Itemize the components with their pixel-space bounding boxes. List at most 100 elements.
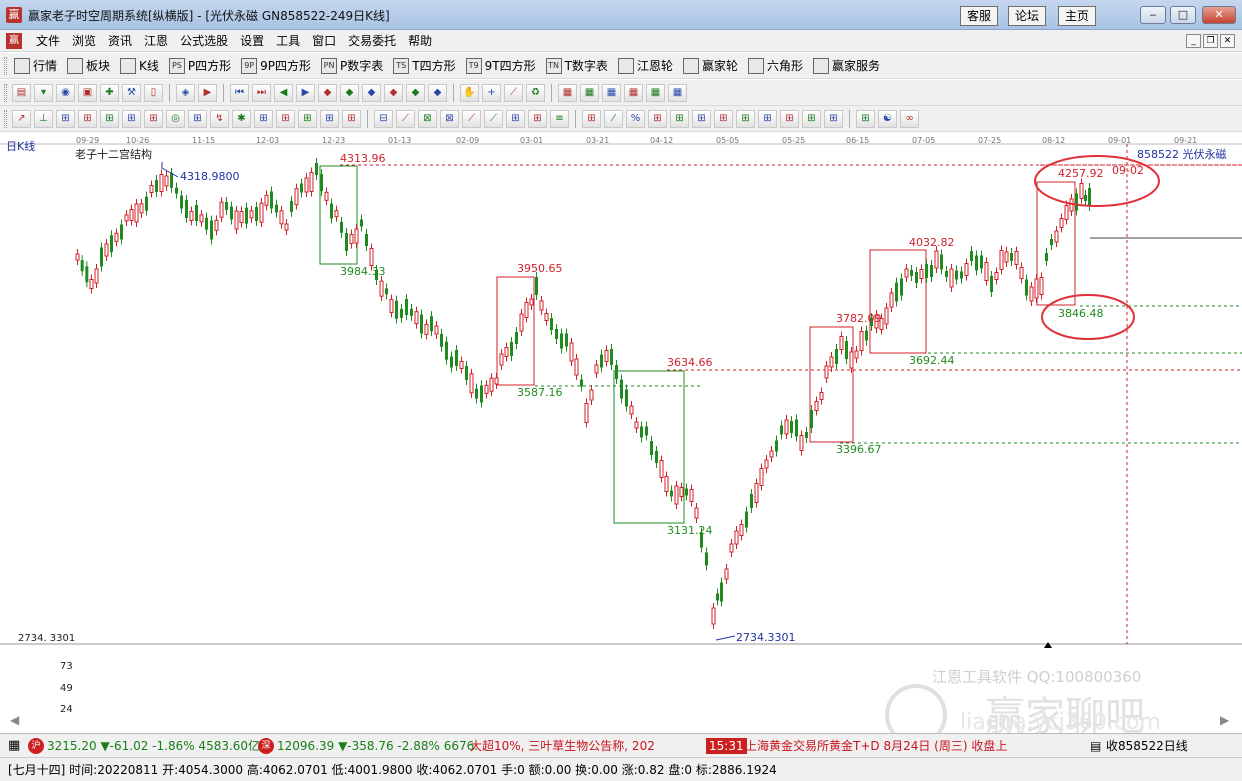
tool-icon[interactable]: ⊞ bbox=[122, 110, 141, 128]
tool-icon[interactable]: ↗ bbox=[12, 110, 31, 128]
tool-icon[interactable]: ✱ bbox=[232, 110, 251, 128]
kline-chart[interactable] bbox=[0, 132, 1242, 732]
tool-icon[interactable]: ◆ bbox=[318, 84, 337, 102]
scroll-left-arrow-icon[interactable]: ◀ bbox=[10, 714, 19, 727]
toolbar-button[interactable]: PS P四方形 bbox=[167, 57, 233, 75]
home-link[interactable]: 主页 bbox=[1058, 6, 1097, 26]
tool-icon[interactable]: ⊥ bbox=[34, 110, 53, 128]
tool-icon[interactable]: ⊞ bbox=[736, 110, 755, 128]
tool-icon[interactable]: ✋ bbox=[460, 84, 479, 102]
tool-icon[interactable]: ⟋ bbox=[462, 110, 481, 128]
tool-icon[interactable]: ▤ bbox=[12, 84, 31, 102]
tool-icon[interactable]: ⊞ bbox=[276, 110, 295, 128]
menu-item[interactable]: 江恩 bbox=[138, 33, 174, 49]
news-ticker-1[interactable]: 大超10%, 三叶草生物公告称, 202 bbox=[470, 738, 655, 754]
tool-icon[interactable]: ⊞ bbox=[298, 110, 317, 128]
service-link[interactable]: 客服 bbox=[960, 6, 999, 26]
menu-item[interactable]: 交易委托 bbox=[342, 33, 402, 49]
menu-item[interactable]: 资讯 bbox=[102, 33, 138, 49]
tool-icon[interactable]: ≡ bbox=[550, 110, 569, 128]
tool-icon[interactable]: % bbox=[626, 110, 645, 128]
tool-icon[interactable]: ⟋ bbox=[396, 110, 415, 128]
tool-icon[interactable]: ⊞ bbox=[758, 110, 777, 128]
tool-icon[interactable]: ⊞ bbox=[342, 110, 361, 128]
tool-icon[interactable]: ◆ bbox=[340, 84, 359, 102]
tool-icon[interactable]: ∞ bbox=[900, 110, 919, 128]
status-right-icon[interactable]: ▤ bbox=[1090, 738, 1101, 754]
tool-icon[interactable]: ▦ bbox=[558, 84, 577, 102]
tool-icon[interactable]: + bbox=[482, 84, 501, 102]
toolbar-button[interactable]: 六角形 bbox=[746, 57, 805, 75]
mdi-restore-button[interactable]: ❐ bbox=[1203, 34, 1218, 48]
toolbar-button[interactable]: 赢家服务 bbox=[811, 57, 882, 75]
calculator-icon[interactable]: ▦ bbox=[8, 738, 20, 754]
maximize-button[interactable]: □ bbox=[1170, 6, 1196, 24]
tool-icon[interactable]: ⊠ bbox=[418, 110, 437, 128]
tool-icon[interactable]: ⊞ bbox=[780, 110, 799, 128]
app-menu-icon[interactable]: 赢 bbox=[6, 33, 22, 49]
tool-icon[interactable]: ◆ bbox=[362, 84, 381, 102]
tool-icon[interactable]: ⊞ bbox=[582, 110, 601, 128]
tool-icon[interactable]: ⊞ bbox=[188, 110, 207, 128]
tool-icon[interactable]: ▶ bbox=[296, 84, 315, 102]
toolbar-button[interactable]: TS T四方形 bbox=[391, 57, 457, 75]
menu-item[interactable]: 窗口 bbox=[306, 33, 342, 49]
tool-icon[interactable]: ⟋ bbox=[504, 84, 523, 102]
toolbar-button[interactable]: 行情 bbox=[12, 57, 59, 75]
tool-icon[interactable]: ⊞ bbox=[714, 110, 733, 128]
tool-icon[interactable]: ⊟ bbox=[374, 110, 393, 128]
tool-icon[interactable]: ⊞ bbox=[528, 110, 547, 128]
kline-chart-panel[interactable]: 日K线 老子十二宫结构 858522 光伏永磁 09-29 10-26 11-15 1… bbox=[0, 132, 1242, 746]
tool-icon[interactable]: ⊞ bbox=[78, 110, 97, 128]
tool-icon[interactable]: ⟋ bbox=[484, 110, 503, 128]
tool-icon[interactable]: ▦ bbox=[668, 84, 687, 102]
toolbar-button[interactable]: PN P数字表 bbox=[319, 57, 385, 75]
tool-icon[interactable]: ▯ bbox=[144, 84, 163, 102]
close-button[interactable]: ✕ bbox=[1202, 6, 1236, 24]
tool-icon[interactable]: ⏭ bbox=[252, 84, 271, 102]
toolbar-button[interactable]: 9P 9P四方形 bbox=[239, 57, 313, 75]
tool-icon[interactable]: ◆ bbox=[428, 84, 447, 102]
toolbar-button[interactable]: K线 bbox=[118, 57, 161, 75]
tool-icon[interactable]: ◈ bbox=[176, 84, 195, 102]
tool-icon[interactable]: ⊞ bbox=[692, 110, 711, 128]
mdi-close-button[interactable]: ✕ bbox=[1220, 34, 1235, 48]
tool-icon[interactable]: ▾ bbox=[34, 84, 53, 102]
news-ticker-2[interactable]: 上海黄金交易所黄金T+D 8月24日 (周三) 收盘上 bbox=[745, 738, 1007, 754]
scroll-right-arrow-icon[interactable]: ▶ bbox=[1220, 714, 1229, 727]
toolbar-button[interactable]: 赢家轮 bbox=[681, 57, 740, 75]
menu-item[interactable]: 设置 bbox=[234, 33, 270, 49]
menu-item[interactable]: 公式选股 bbox=[174, 33, 234, 49]
tool-icon[interactable]: ⊞ bbox=[100, 110, 119, 128]
tool-icon[interactable]: ◎ bbox=[166, 110, 185, 128]
tool-icon[interactable]: ⊞ bbox=[856, 110, 875, 128]
tool-icon[interactable]: ⊞ bbox=[670, 110, 689, 128]
menu-item[interactable]: 帮助 bbox=[402, 33, 438, 49]
tool-icon[interactable]: ⊞ bbox=[506, 110, 525, 128]
tool-icon[interactable]: ⊠ bbox=[440, 110, 459, 128]
tool-icon[interactable]: ◀ bbox=[274, 84, 293, 102]
minimize-button[interactable]: ‒ bbox=[1140, 6, 1166, 24]
tool-icon[interactable]: ⊞ bbox=[824, 110, 843, 128]
toolbar-grip[interactable] bbox=[4, 84, 7, 102]
toolbar-grip[interactable] bbox=[4, 57, 7, 75]
tool-icon[interactable]: ◆ bbox=[384, 84, 403, 102]
tool-icon[interactable]: ⚒ bbox=[122, 84, 141, 102]
shanghai-index[interactable]: 3215.20 ▼-61.02 -1.86% 4583.60亿 bbox=[47, 738, 260, 754]
tool-icon[interactable]: ▶ bbox=[198, 84, 217, 102]
tool-icon[interactable]: ▦ bbox=[624, 84, 643, 102]
tool-icon[interactable]: ✚ bbox=[100, 84, 119, 102]
tool-icon[interactable]: ⊞ bbox=[802, 110, 821, 128]
tool-icon[interactable]: ◉ bbox=[56, 84, 75, 102]
toolbar-button[interactable]: 江恩轮 bbox=[616, 57, 675, 75]
tool-icon[interactable]: ▦ bbox=[580, 84, 599, 102]
tool-icon[interactable]: ⊞ bbox=[254, 110, 273, 128]
tool-icon[interactable]: ⊞ bbox=[648, 110, 667, 128]
tool-icon[interactable]: ▦ bbox=[646, 84, 665, 102]
tool-icon[interactable]: ☯ bbox=[878, 110, 897, 128]
tool-icon[interactable]: ⏮ bbox=[230, 84, 249, 102]
tool-icon[interactable]: ▣ bbox=[78, 84, 97, 102]
tool-icon[interactable]: ⊞ bbox=[144, 110, 163, 128]
mdi-minimize-button[interactable]: _ bbox=[1186, 34, 1201, 48]
tool-icon[interactable]: ⁄ bbox=[604, 110, 623, 128]
